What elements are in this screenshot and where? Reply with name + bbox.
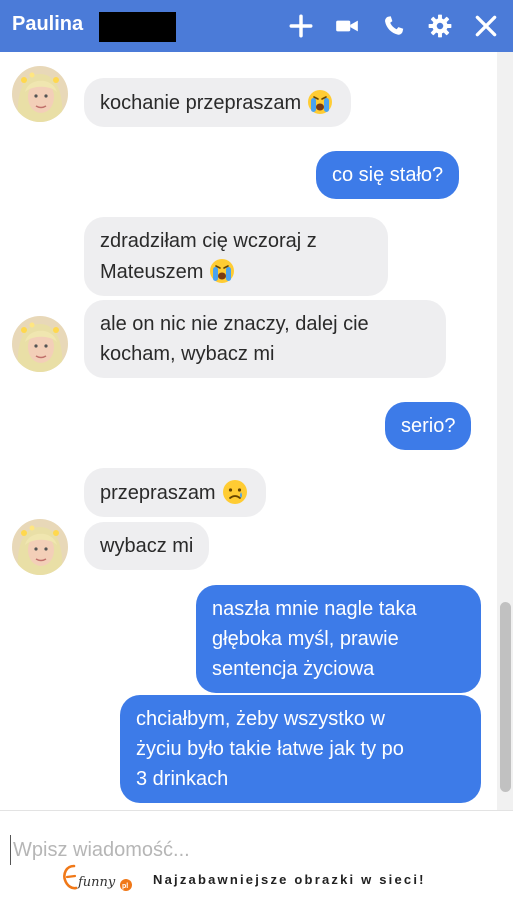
message-text-line: głęboka myśl, prawie [212, 628, 399, 650]
crying-face-icon [308, 90, 333, 114]
message-bubble-incoming[interactable]: kochanie przepraszam [84, 78, 352, 127]
phone-icon[interactable] [378, 9, 410, 43]
chat-header: Paulina [0, 0, 513, 52]
message-bubble-outgoing[interactable]: co się stało? [316, 151, 460, 199]
redacted-surname [99, 12, 176, 42]
funny-logo: funny pl [60, 858, 136, 898]
message-bubble-outgoing[interactable]: naszła mnie nagle taka głęboka myśl, pra… [196, 585, 481, 693]
message-bubble-incoming[interactable]: zdradziłam cię wczoraj z Mateuszem [84, 217, 388, 296]
message-text: przepraszam [100, 482, 216, 504]
close-icon[interactable] [470, 9, 502, 43]
scrollbar[interactable] [497, 52, 513, 810]
crying-face-icon [210, 259, 235, 283]
message-bubble-outgoing[interactable]: serio? [385, 402, 472, 450]
message-text-line: kocham, wybacz mi [100, 343, 275, 365]
contact-name[interactable]: Paulina [12, 13, 83, 36]
message-text-line: naszła mnie nagle taka [212, 598, 417, 620]
message-text-line: chciałbym, żeby wszystko w [136, 708, 385, 730]
scrollbar-thumb[interactable] [500, 602, 511, 792]
video-icon[interactable] [331, 9, 363, 43]
message-text: kochanie przepraszam [100, 92, 302, 114]
message-text: co się stało? [332, 164, 444, 186]
brand-suffix: pl [122, 883, 128, 890]
avatar[interactable] [12, 316, 68, 372]
sad-tear-face-icon [222, 480, 247, 504]
message-text: wybacz mi [100, 535, 194, 557]
message-bubble-incoming[interactable]: przepraszam [84, 468, 266, 517]
message-text-line: ale on nic nie znaczy, dalej cie [100, 313, 369, 335]
plus-icon[interactable] [285, 9, 317, 43]
message-text: serio? [401, 415, 456, 437]
brand-text: funny [77, 875, 116, 890]
message-text-line: życiu było takie łatwe jak ty po [136, 738, 404, 760]
message-bubble-incoming[interactable]: wybacz mi [84, 522, 210, 570]
message-text-line: zdradziłam cię wczoraj z [100, 230, 317, 252]
gear-icon[interactable] [424, 9, 456, 43]
message-bubble-incoming[interactable]: ale on nic nie znaczy, dalej cie kocham,… [84, 300, 446, 378]
message-text-line: 3 drinkach [136, 768, 229, 790]
avatar[interactable] [12, 66, 68, 122]
avatar[interactable] [12, 519, 68, 575]
tagline: Najzabawniejsze obrazki w sieci! [153, 872, 426, 887]
message-bubble-outgoing[interactable]: chciałbym, żeby wszystko w życiu było ta… [120, 695, 481, 803]
message-text-line: sentencja życiowa [212, 658, 375, 680]
message-text-line: Mateuszem [100, 261, 204, 283]
